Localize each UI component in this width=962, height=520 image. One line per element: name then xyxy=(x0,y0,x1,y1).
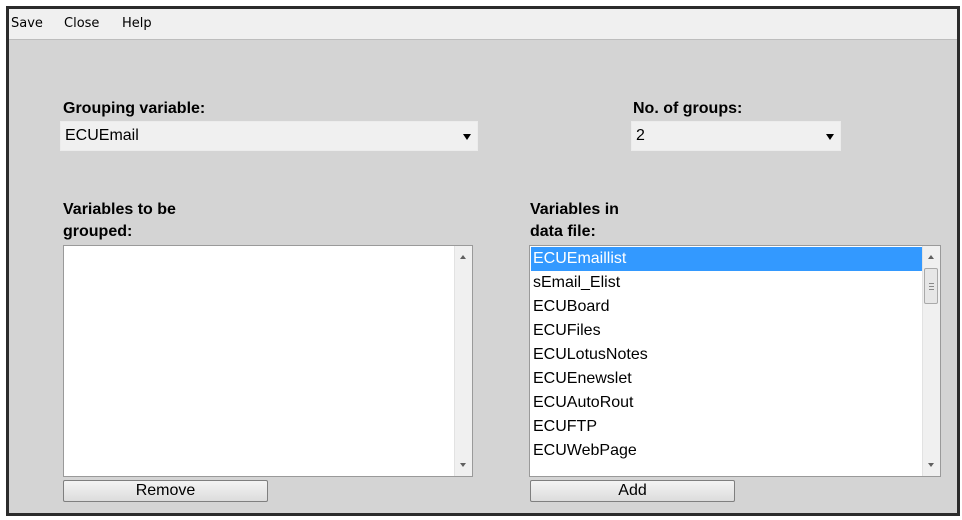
remove-button[interactable]: Remove xyxy=(63,480,268,502)
grouped-scrollbar[interactable] xyxy=(454,246,472,476)
chevron-down-icon[interactable] xyxy=(826,134,834,140)
datafile-scrollbar[interactable] xyxy=(922,246,940,476)
datafile-variables-list[interactable]: ECUEmaillist sEmail_Elist ECUBoard ECUFiles… xyxy=(529,245,941,477)
grouping-variable-label: Grouping variable: xyxy=(63,100,206,117)
datafile-variables-label-line2: data file: xyxy=(530,223,596,240)
list-item[interactable]: ECUBoard xyxy=(531,295,922,319)
menu-close[interactable]: Close xyxy=(64,16,99,31)
groups-count-value: 2 xyxy=(636,127,645,144)
list-item[interactable]: ECUFiles xyxy=(531,319,922,343)
grip-line xyxy=(929,289,934,290)
list-item[interactable]: ECULotusNotes xyxy=(531,343,922,367)
grouped-variables-label-line1: Variables to be xyxy=(63,201,176,218)
grouped-variables-label: Variables to be grouped: xyxy=(63,199,263,243)
grip-line xyxy=(929,286,934,287)
datafile-variables-label-line1: Variables in xyxy=(530,201,619,218)
dialog-window: Save Close Help Grouping variable: ECUEm… xyxy=(6,6,960,516)
scroll-up-icon[interactable] xyxy=(460,255,466,259)
menu-save[interactable]: Save xyxy=(11,16,43,31)
list-item[interactable]: ECUAutoRout xyxy=(531,391,922,415)
list-item[interactable]: ECUEmaillist xyxy=(531,247,922,271)
groups-count-select[interactable]: 2 xyxy=(631,121,841,151)
chevron-down-icon[interactable] xyxy=(463,134,471,140)
list-item[interactable]: ECUFTP xyxy=(531,415,922,439)
datafile-variables-label: Variables in data file: xyxy=(530,199,730,243)
add-button[interactable]: Add xyxy=(530,480,735,502)
grouping-variable-value: ECUEmail xyxy=(65,127,139,144)
grip-line xyxy=(929,283,934,284)
menu-bar: Save Close Help xyxy=(9,9,957,40)
grouped-variables-list[interactable] xyxy=(63,245,473,477)
list-item[interactable]: ECUEnewslet xyxy=(531,367,922,391)
datafile-variables-rows: ECUEmaillist sEmail_Elist ECUBoard ECUFiles… xyxy=(531,247,922,475)
scroll-up-icon[interactable] xyxy=(928,255,934,259)
list-item[interactable]: sEmail_Elist xyxy=(531,271,922,295)
grouping-variable-select[interactable]: ECUEmail xyxy=(60,121,478,151)
list-item[interactable]: ECUWebPage xyxy=(531,439,922,463)
groups-count-label: No. of groups: xyxy=(633,100,743,117)
menu-help[interactable]: Help xyxy=(122,16,152,31)
grouped-variables-label-line2: grouped: xyxy=(63,223,133,240)
scroll-down-icon[interactable] xyxy=(928,463,934,467)
grouped-variables-rows xyxy=(65,247,454,475)
scroll-thumb[interactable] xyxy=(924,268,938,304)
scroll-down-icon[interactable] xyxy=(460,463,466,467)
